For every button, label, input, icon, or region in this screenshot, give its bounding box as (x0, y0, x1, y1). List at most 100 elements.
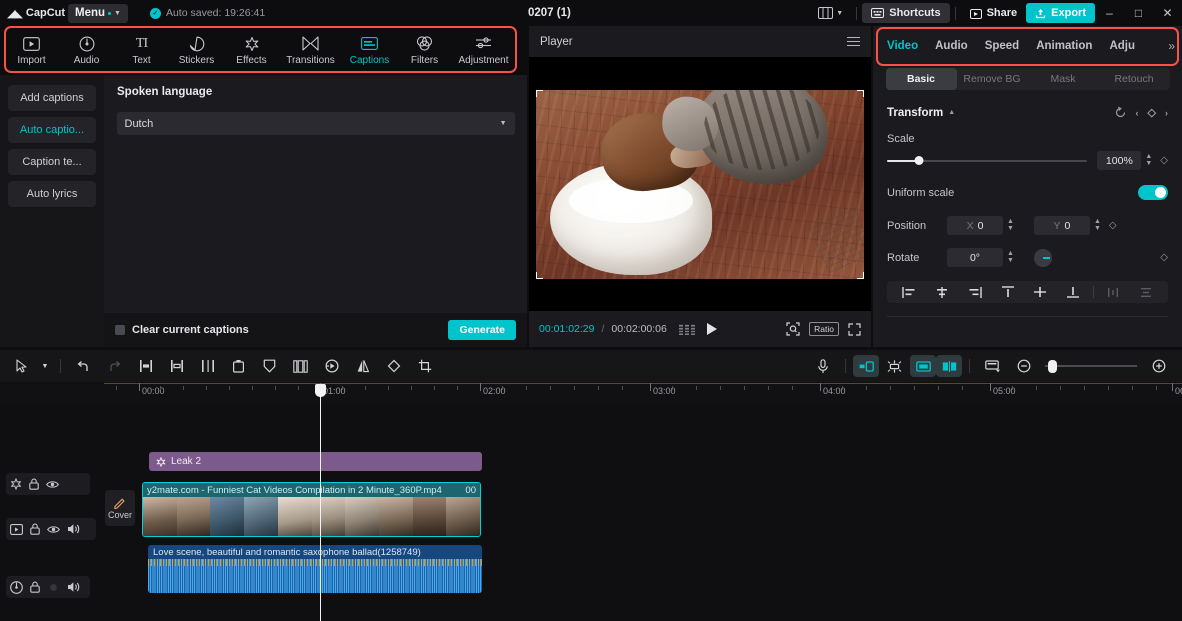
minimize-button[interactable]: – (1095, 0, 1124, 26)
position-x-input[interactable]: X 0 (947, 216, 1003, 235)
rotate-icon[interactable] (378, 353, 409, 379)
toolbar-item-text[interactable]: TI Text (114, 28, 169, 73)
uniform-scale-toggle[interactable] (1138, 185, 1168, 200)
lock-icon[interactable] (29, 478, 39, 490)
player-menu-icon[interactable] (847, 36, 860, 47)
layout-switcher-button[interactable]: ▼ (810, 7, 851, 19)
speaker-icon[interactable] (67, 523, 80, 535)
zoom-fit-icon[interactable] (786, 322, 800, 336)
scale-value-input[interactable]: 100% (1097, 151, 1142, 170)
zoom-in-icon[interactable] (1143, 353, 1174, 379)
sidebar-item-caption-templates[interactable]: Caption te... (8, 149, 96, 175)
clip-effect-leak2[interactable]: Leak 2 (149, 452, 482, 471)
crop-icon[interactable] (409, 353, 440, 379)
eye-icon[interactable] (47, 525, 60, 534)
share-button[interactable]: Share (961, 3, 1027, 23)
subtab-retouch[interactable]: Retouch (1099, 68, 1170, 90)
tab-video[interactable]: Video (887, 40, 918, 52)
subtab-basic[interactable]: Basic (885, 68, 957, 90)
toolbar-item-import[interactable]: Import (4, 28, 59, 73)
video-preview[interactable] (536, 89, 864, 279)
keyframe-prev-icon[interactable]: ‹ (1136, 108, 1139, 118)
distribute-vertical-icon[interactable] (1129, 287, 1162, 298)
toolbar-item-audio[interactable]: Audio (59, 28, 114, 73)
spoken-language-select[interactable]: Dutch ▼ (116, 112, 515, 135)
toolbar-item-captions[interactable]: Captions (342, 28, 397, 73)
mask-icon[interactable] (254, 353, 285, 379)
record-voiceover-icon[interactable] (807, 353, 838, 379)
close-button[interactable]: ✕ (1153, 0, 1182, 26)
lock-icon[interactable] (30, 523, 40, 535)
reset-icon[interactable] (1114, 106, 1127, 119)
rotate-input[interactable]: 0° (947, 248, 1003, 267)
clear-captions-checkbox[interactable] (115, 325, 125, 335)
link-clips-icon[interactable] (910, 355, 936, 377)
scale-keyframe-icon[interactable]: ◇ (1160, 155, 1168, 166)
mirror-icon[interactable] (347, 353, 378, 379)
toolbar-item-stickers[interactable]: Stickers (169, 28, 224, 73)
scale-slider[interactable] (887, 154, 1088, 168)
chevron-up-icon[interactable]: ▲ (948, 109, 955, 116)
align-top-icon[interactable] (991, 286, 1024, 298)
keyframe-next-icon[interactable]: › (1165, 108, 1168, 118)
redo-icon[interactable] (99, 353, 130, 379)
music-icon[interactable] (10, 580, 23, 594)
tab-animation[interactable]: Animation (1036, 40, 1092, 52)
freeze-frame-icon[interactable] (285, 353, 316, 379)
selection-handle-bottom-left[interactable] (536, 271, 543, 279)
rotate-keyframe-icon[interactable]: ◇ (1160, 252, 1168, 263)
sidebar-item-add-captions[interactable]: Add captions (8, 85, 96, 111)
position-keyframe-icon[interactable]: ◇ (1109, 220, 1117, 231)
auto-snap-icon[interactable] (853, 355, 879, 377)
reverse-icon[interactable] (316, 353, 347, 379)
export-button[interactable]: Export (1026, 3, 1095, 23)
split-at-playhead-icon[interactable] (936, 355, 962, 377)
align-left-icon[interactable] (893, 286, 926, 298)
timeline[interactable]: 00:00 01:00 02:00 03:00 04:00 05:00 06 (0, 382, 1182, 621)
position-x-stepper[interactable]: ▲ ▼ (1007, 218, 1014, 232)
ratio-button[interactable]: Ratio (809, 322, 839, 336)
shortcuts-button[interactable]: Shortcuts (862, 3, 950, 23)
zoom-slider-knob[interactable] (1048, 359, 1057, 373)
align-middle-icon[interactable] (1024, 286, 1057, 298)
clip-audio-music[interactable]: Love scene, beautiful and romantic saxop… (148, 545, 482, 593)
split-right-icon[interactable] (161, 353, 192, 379)
eye-icon[interactable] (47, 583, 60, 592)
tab-speed[interactable]: Speed (985, 40, 1020, 52)
toolbar-item-adjustment[interactable]: Adjustment (452, 28, 515, 73)
toolbar-item-effects[interactable]: Effects (224, 28, 279, 73)
undo-icon[interactable] (68, 353, 99, 379)
sidebar-item-auto-captions[interactable]: Auto captio... (8, 117, 96, 143)
tabs-overflow-icon[interactable]: » (1168, 39, 1175, 53)
subtab-mask[interactable]: Mask (1028, 68, 1099, 90)
generate-button[interactable]: Generate (448, 320, 516, 340)
zoom-out-icon[interactable] (1008, 353, 1039, 379)
video-icon[interactable] (10, 523, 23, 535)
position-y-stepper[interactable]: ▲ ▼ (1094, 218, 1101, 232)
eye-icon[interactable] (46, 480, 59, 489)
clip-video-main[interactable]: y2mate.com - Funniest Cat Videos Compila… (142, 482, 481, 537)
maximize-button[interactable]: □ (1124, 0, 1153, 26)
keyframe-icon[interactable]: ◇ (1148, 106, 1156, 119)
tab-audio[interactable]: Audio (935, 40, 968, 52)
sticker-icon[interactable] (10, 478, 22, 490)
playhead[interactable] (320, 390, 321, 621)
selection-handle-top-right[interactable] (857, 89, 864, 97)
position-y-input[interactable]: Y 0 (1033, 216, 1090, 235)
rotate-dial[interactable] (1033, 248, 1052, 267)
magnet-snap-icon[interactable] (879, 353, 910, 379)
selection-handle-bottom-right[interactable] (857, 271, 864, 279)
play-button[interactable] (706, 323, 717, 335)
timeline-zoom-slider[interactable] (1045, 359, 1137, 373)
select-tool-dropdown-icon[interactable]: ▼ (37, 353, 53, 379)
distribute-horizontal-icon[interactable] (1097, 287, 1130, 298)
select-tool-icon[interactable] (6, 353, 37, 379)
split-left-icon[interactable] (130, 353, 161, 379)
timeline-ruler[interactable]: 00:00 01:00 02:00 03:00 04:00 05:00 06 (0, 382, 1182, 404)
align-bottom-icon[interactable] (1057, 286, 1090, 298)
delete-icon[interactable] (223, 353, 254, 379)
toolbar-item-transitions[interactable]: Transitions (279, 28, 342, 73)
align-right-icon[interactable] (959, 286, 992, 298)
lock-icon[interactable] (30, 581, 40, 593)
tab-adjust[interactable]: Adju (1109, 40, 1135, 52)
